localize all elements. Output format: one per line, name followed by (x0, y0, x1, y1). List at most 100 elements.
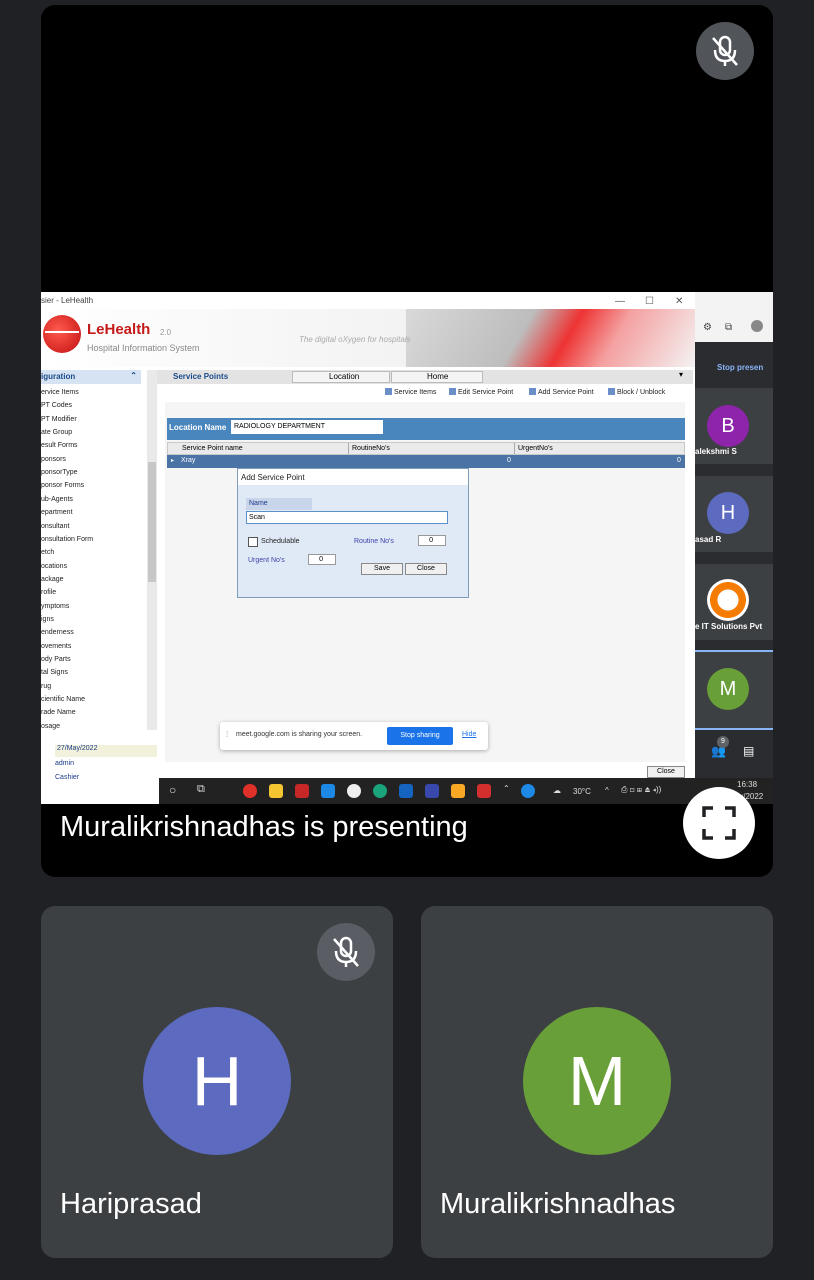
chrome-icon[interactable] (347, 784, 361, 798)
drag-handle-icon[interactable]: ⁞ (226, 730, 228, 739)
tab-icon[interactable]: ⧉ (725, 322, 732, 333)
name-label: Name (246, 498, 312, 510)
tray-chevron-icon[interactable]: ^ (605, 786, 609, 795)
table-row[interactable]: ▸ Xray 0 0 (167, 455, 685, 468)
stop-presenting-button[interactable]: Stop presen (717, 363, 763, 372)
avatar: M (707, 668, 749, 710)
add-service-point-button[interactable]: Add Service Point (529, 388, 594, 396)
nav-header-label: iguration (41, 372, 76, 381)
sidebar-item[interactable]: etch (41, 546, 54, 559)
tab-location[interactable]: Location (329, 372, 359, 381)
col-routine[interactable]: RoutineNo's (352, 445, 390, 452)
dialog-close-button[interactable]: Close (405, 563, 447, 575)
close-window-button[interactable]: ✕ (675, 296, 683, 307)
routine-stepper[interactable]: 0 (418, 535, 446, 546)
sticky-notes-icon[interactable] (451, 784, 465, 798)
location-field[interactable]: RADIOLOGY DEPARTMENT (231, 420, 383, 434)
name-field[interactable]: Scan (246, 511, 448, 524)
presentation-tile: sier - LeHealth — ☐ ✕ LeHealth 2.0 Hospi… (41, 5, 773, 877)
nav-list: ervice Items PT Codes PT Modifier ate Group… (41, 386, 147, 732)
location-label: Location Name (169, 423, 227, 432)
sidebar-item[interactable]: rofile (41, 586, 56, 599)
search-circle-icon[interactable]: ○ (169, 783, 176, 797)
teams-icon[interactable] (425, 784, 439, 798)
sidebar-item[interactable]: ocations (41, 560, 67, 573)
anydesk-icon[interactable] (477, 784, 491, 798)
routine-label: Routine No's (354, 538, 394, 545)
grid-header: Service Point name RoutineNo's UrgentNo'… (167, 442, 685, 455)
collapse-icon[interactable]: ⌃ (130, 371, 137, 380)
hide-button[interactable]: Hide (462, 731, 476, 738)
sidebar-item[interactable]: rade Name (41, 706, 76, 719)
sidebar-item[interactable]: PT Codes (41, 399, 72, 412)
tab-home[interactable]: Home (427, 372, 448, 381)
tagline: The digital oXygen for hospitals (299, 335, 411, 344)
sidebar-item[interactable]: enderness (41, 626, 74, 639)
store-icon[interactable] (399, 784, 413, 798)
weather-temp[interactable]: 30°C (573, 787, 591, 796)
stop-sharing-button[interactable]: Stop sharing (387, 727, 453, 745)
sidebar-item[interactable]: PT Modifier (41, 413, 77, 426)
sidebar-item[interactable]: ymptoms (41, 600, 69, 613)
maximize-button[interactable]: ☐ (645, 296, 654, 307)
sidebar-item[interactable]: cientific Name (41, 693, 85, 706)
sidebar-item[interactable]: epartment (41, 506, 73, 519)
block-unblock-button[interactable]: Block / Unblock (608, 388, 665, 396)
browser-strip: ⚙ ⧉ (695, 292, 773, 342)
tab-service-points[interactable]: Service Points (173, 372, 228, 381)
row-routine: 0 (507, 457, 511, 464)
sidebar-item[interactable]: igns (41, 613, 54, 626)
sidebar-item[interactable]: osage (41, 720, 60, 733)
fullscreen-icon (702, 806, 736, 840)
heartbeat-icon (45, 331, 79, 333)
profile-icon[interactable] (751, 320, 763, 332)
mail-icon[interactable] (321, 784, 335, 798)
sidebar-item[interactable]: ponsorType (41, 466, 78, 479)
chevron-up-icon[interactable]: ⌃ (503, 784, 510, 793)
app-banner: LeHealth 2.0 Hospital Information System… (41, 309, 695, 367)
people-count-badge: 9 (717, 736, 729, 748)
service-items-button[interactable]: Service Items (385, 388, 436, 396)
lehealth-app-icon[interactable] (295, 784, 309, 798)
help-icon[interactable] (521, 784, 535, 798)
row-urgent: 0 (677, 457, 681, 464)
col-urgent[interactable]: UrgentNo's (518, 445, 553, 452)
extension-icon[interactable]: ⚙ (703, 322, 712, 333)
sidebar-item[interactable]: ponsors (41, 453, 66, 466)
edit-service-point-button[interactable]: Edit Service Point (449, 388, 513, 396)
sidebar-item[interactable]: ponsor Forms (41, 479, 84, 492)
edge-icon[interactable] (373, 784, 387, 798)
tab-dropdown-icon[interactable]: ▾ (679, 370, 683, 379)
file-explorer-icon[interactable] (269, 784, 283, 798)
col-service-point-name[interactable]: Service Point name (182, 445, 243, 452)
sidebar-item[interactable]: rug (41, 680, 51, 693)
opera-icon[interactable] (243, 784, 257, 798)
nav-header[interactable]: iguration ⌃ (41, 370, 141, 384)
participant-tile-muralikrishnadhas[interactable]: M Muralikrishnadhas (421, 906, 773, 1258)
window-title: sier - LeHealth (41, 296, 94, 305)
save-button[interactable]: Save (361, 563, 403, 575)
tray-icons[interactable]: ⎙ ⊡ ⊞ ⏏ ◂)) (621, 785, 661, 795)
close-button[interactable]: Close (647, 766, 685, 778)
task-view-icon[interactable]: ⧉ (197, 783, 205, 796)
sidebar-item[interactable]: ervice Items (41, 386, 79, 399)
chat-icon[interactable]: ▤ (743, 744, 754, 758)
sidebar-item[interactable]: ody Parts (41, 653, 71, 666)
logo-name: LeHealth (87, 321, 151, 338)
sidebar-item[interactable]: ackage (41, 573, 64, 586)
nav-scroll-thumb[interactable] (148, 462, 156, 582)
sidebar-item[interactable]: tal Signs (41, 666, 68, 679)
sidebar-item[interactable]: ub-Agents (41, 493, 73, 506)
sidebar-item[interactable]: onsultant (41, 520, 69, 533)
session-date: 27/May/2022 (55, 745, 157, 757)
dialog-title: Add Service Point (241, 473, 305, 482)
minimize-button[interactable]: — (615, 296, 625, 307)
sidebar-item[interactable]: ate Group (41, 426, 72, 439)
urgent-stepper[interactable]: 0 (308, 554, 336, 565)
sidebar-item[interactable]: ovements (41, 640, 71, 653)
participant-tile-hariprasad[interactable]: H Hariprasad (41, 906, 393, 1258)
sidebar-item[interactable]: onsultation Form (41, 533, 93, 546)
sidebar-item[interactable]: esult Forms (41, 439, 78, 452)
fullscreen-button[interactable] (683, 787, 755, 859)
schedulable-checkbox[interactable] (248, 537, 258, 547)
